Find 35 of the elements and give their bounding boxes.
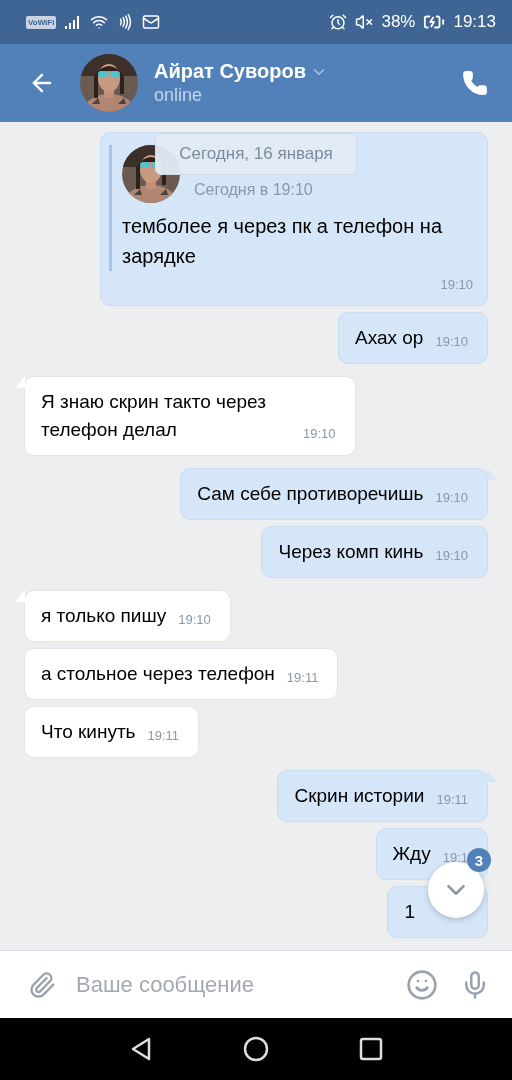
message-text: Жду: [392, 842, 431, 866]
message-text: 1: [404, 900, 415, 924]
message-text: темболее я через пк а телефон на зарядке: [122, 214, 443, 269]
message-time: 19:1: [442, 849, 468, 867]
message-text: Скрин истории: [294, 784, 425, 808]
date-pill: Сегодня, 16 января: [155, 133, 357, 175]
nav-home-button[interactable]: [243, 1036, 269, 1062]
message-time: 19:11: [286, 669, 319, 687]
vowifi-icon: VoWiFi: [26, 15, 57, 29]
message-text: Что кинуть: [41, 720, 136, 744]
message-time: 19:10: [435, 489, 468, 507]
nav-back-button[interactable]: [129, 1036, 153, 1062]
online-status: online: [154, 85, 204, 106]
message-text: Ахах ор: [355, 326, 424, 350]
message-time: 19:10: [178, 611, 211, 629]
wifi-icon: [90, 13, 109, 31]
battery-percent: 38%: [381, 12, 416, 32]
message-time: 19:11: [436, 791, 468, 809]
mute-icon: [355, 13, 374, 31]
alarm-icon: [329, 13, 348, 31]
message-text: Сам себе противоречишь: [197, 482, 424, 506]
nav-recents-button[interactable]: [359, 1037, 383, 1061]
message-text: Я знаю скрин такто через телефон делал: [41, 390, 267, 442]
message-text: я только пишу: [41, 604, 167, 628]
clock-time: 19:13: [453, 12, 496, 32]
mail-icon: [142, 13, 161, 31]
message-time: 19:10: [435, 547, 468, 565]
message-text: Через комп кинь: [278, 540, 424, 564]
message-time: 19:10: [435, 333, 468, 351]
message-text: а стольное через телефон: [41, 662, 275, 686]
contact-name[interactable]: Айрат Суворов: [154, 60, 306, 83]
message-time: 19:10: [303, 425, 336, 443]
message-time: 19:10: [440, 276, 473, 294]
quote-time: Сегодня в 19:10: [194, 181, 313, 199]
message-time: 19:11: [147, 727, 180, 745]
